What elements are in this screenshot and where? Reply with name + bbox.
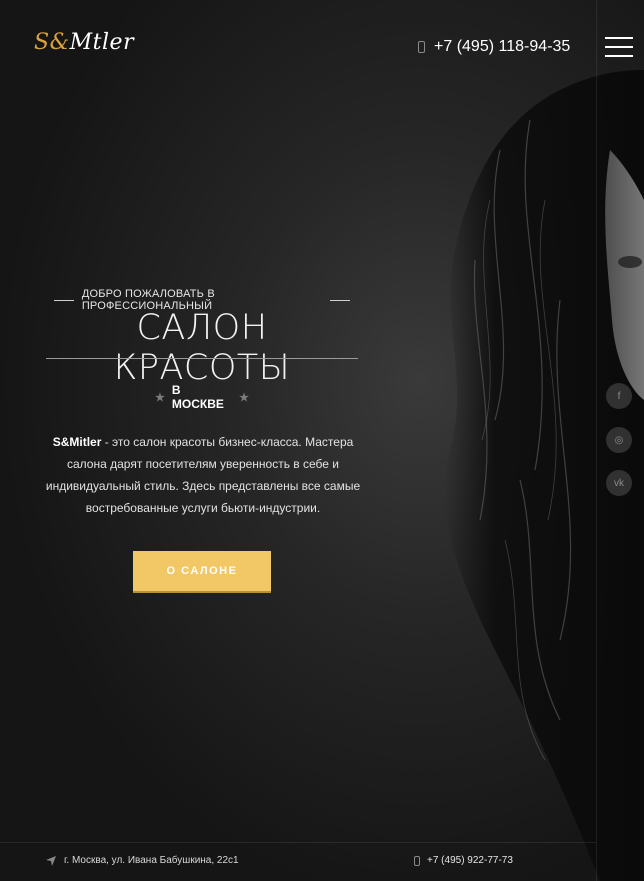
location-icon	[46, 855, 56, 866]
logo[interactable]: S&Mtler	[34, 30, 134, 55]
header: S&Mtler +7 (495) 118-94-35	[0, 0, 644, 95]
header-phone-link[interactable]: +7 (495) 118-94-35	[418, 38, 570, 56]
hero-description: S&Mitler - это салон красоты бизнес-клас…	[38, 431, 368, 519]
logo-part-left: S&	[34, 30, 70, 55]
divider-line	[596, 0, 597, 881]
phone-icon	[414, 855, 420, 866]
kicker-dash-right	[330, 299, 350, 301]
hero-city: ★ В МОСКВЕ ★	[148, 383, 256, 411]
star-icon: ★	[239, 391, 249, 404]
facebook-icon[interactable]: f	[606, 383, 632, 409]
menu-icon[interactable]	[605, 37, 633, 57]
star-icon: ★	[155, 391, 165, 404]
title-underline	[46, 358, 358, 359]
page: S&Mtler +7 (495) 118-94-35 ДОБРО ПОЖАЛОВ…	[0, 0, 644, 881]
footer-address[interactable]: г. Москва, ул. Ивана Бабушкина, 22с1	[46, 855, 239, 866]
address-text: г. Москва, ул. Ивана Бабушкина, 22с1	[64, 855, 239, 866]
brand-name: S&Mitler	[52, 435, 102, 449]
instagram-icon[interactable]: ◎	[606, 427, 632, 453]
about-salon-button[interactable]: О САЛОНЕ	[133, 551, 271, 591]
footer-phone-text: +7 (495) 922-77-73	[427, 855, 513, 866]
phone-icon	[418, 41, 425, 53]
hero-title: САЛОН КРАСОТЫ	[113, 308, 291, 388]
vk-icon[interactable]: vk	[606, 470, 632, 496]
kicker-dash-left	[54, 299, 74, 301]
header-phone-text: +7 (495) 118-94-35	[434, 38, 571, 55]
city-text: В МОСКВЕ	[171, 383, 224, 411]
footer-phone-link[interactable]: +7 (495) 922-77-73	[414, 855, 513, 866]
logo-part-right: Mtler	[69, 30, 135, 55]
